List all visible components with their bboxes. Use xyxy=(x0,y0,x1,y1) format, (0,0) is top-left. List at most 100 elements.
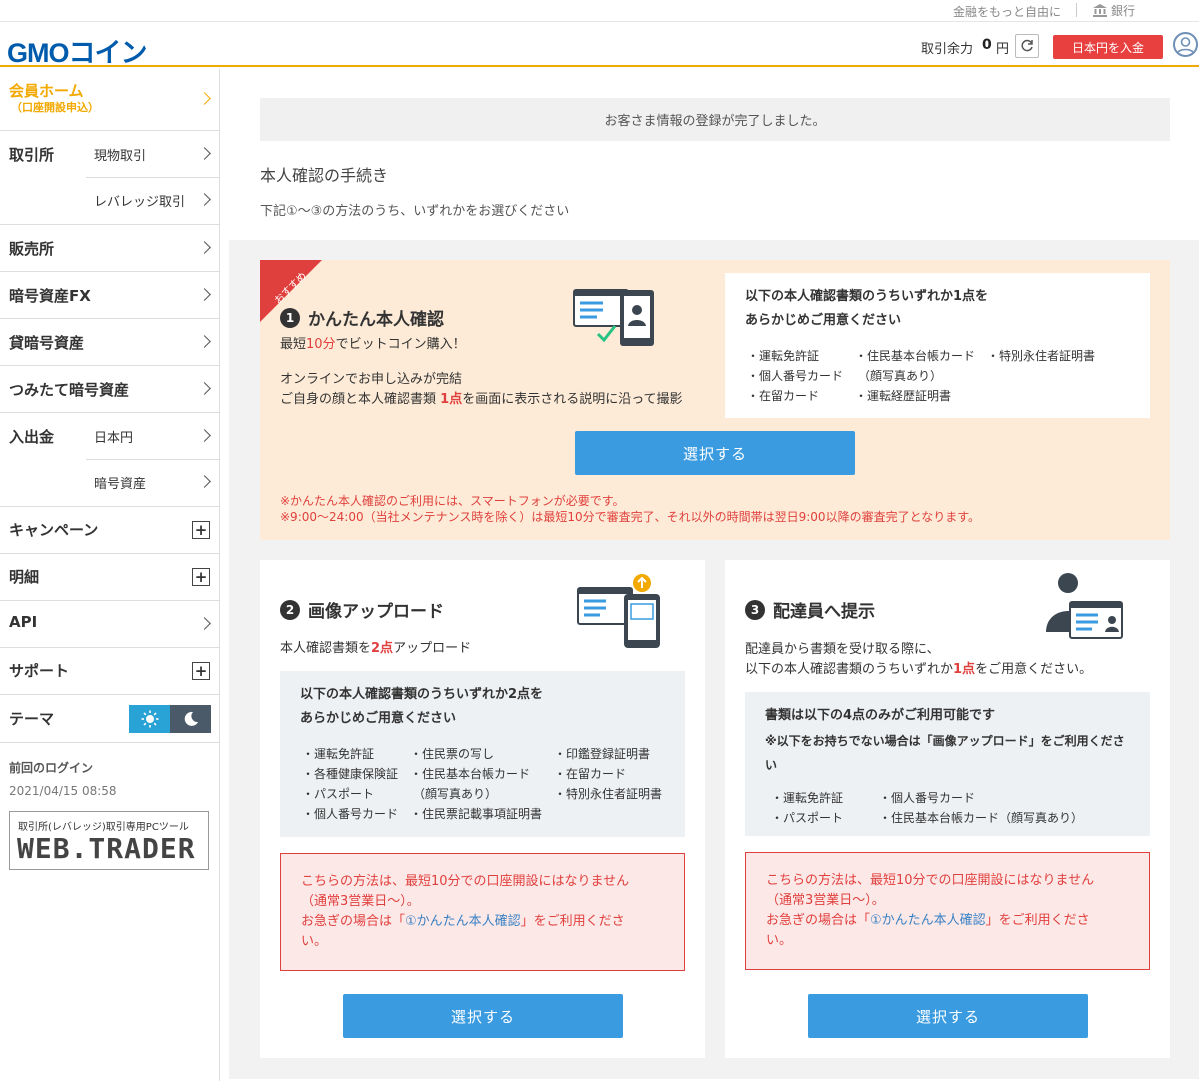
light-theme-button[interactable] xyxy=(129,705,170,733)
chevron-right-icon xyxy=(198,92,211,105)
sidebar-theme-label: テーマ xyxy=(9,710,55,728)
doc-item: ・個人番号カード xyxy=(747,369,844,383)
page-description: 下記①～③の方法のうち、いずれかをお選びください xyxy=(260,204,570,219)
warning-line: お急ぎの場合は「①かんたん本人確認」をご利用くださ xyxy=(301,912,629,932)
last-login-value: 2021/04/15 08:58 xyxy=(9,784,117,798)
step-number: 1 xyxy=(280,307,300,328)
deposit-jpy-button[interactable]: 日本円を入金 xyxy=(1053,35,1163,59)
id-card-upload-icon xyxy=(577,574,660,648)
doc-item: （顔写真あり） xyxy=(413,787,498,801)
expand-plus-icon[interactable]: + xyxy=(192,568,210,586)
quick-verification-link[interactable]: ①かんたん本人確認 xyxy=(405,914,521,929)
header: GMOコイン 取引余力 0 円 日本円を入金 xyxy=(0,23,1199,70)
registration-complete-notice: お客さま情報の登録が完了しました。 xyxy=(260,98,1170,141)
expand-plus-icon[interactable]: + xyxy=(192,521,210,539)
warning-text: こちらの方法は、最短10分での口座開設にはなりません （通常3営業日～）。 お急… xyxy=(766,871,1094,951)
sidebar-item-exchange: 取引所 現物取引 レバレッジ取引 xyxy=(0,131,219,225)
card2-title-text: 画像アップロード xyxy=(308,602,444,622)
card1-note-smartphone: ※かんたん本人確認のご利用には、スマートフォンが必要です。 xyxy=(280,494,625,508)
user-avatar-icon[interactable] xyxy=(1173,32,1198,57)
sidebar-item-deposit: 入出金 日本円 暗号資産 xyxy=(0,413,219,507)
card1-title-text: かんたん本人確認 xyxy=(308,310,444,330)
option-card-quick-verification: おすすめ 1 かんたん本人確認 最短10分でビットコイン購入！ オンラインでお申… xyxy=(260,260,1170,540)
refresh-button[interactable] xyxy=(1015,34,1039,58)
card2-document-list: 以下の本人確認書類のうちいずれか2点を あらかじめご用意ください ・運転免許証 … xyxy=(280,671,685,837)
warning-line: （通常3営業日～）。 xyxy=(301,894,420,909)
card3-title-text: 配達員へ提示 xyxy=(773,602,875,622)
sidebar-item-home[interactable]: 会員ホーム （口座開設申込） xyxy=(0,69,219,131)
text: お急ぎの場合は「 xyxy=(766,913,871,928)
sidebar-item-api[interactable]: API xyxy=(0,601,219,648)
card3-warning-box: こちらの方法は、最短10分での口座開設にはなりません （通常3営業日～）。 お急… xyxy=(745,852,1150,970)
card3-title: 3 配達員へ提示 xyxy=(745,597,875,622)
doc-list-heading: あらかじめご用意ください xyxy=(745,313,902,328)
sidebar-item-lending[interactable]: 貸暗号資産 xyxy=(0,319,219,366)
doc-item: （顔写真あり） xyxy=(858,369,943,383)
option-card-image-upload: 2 画像アップロード 本人確認書類を2点アップロード 以下の本人確認書類のうちい… xyxy=(260,560,705,1058)
sidebar-item-deposit-jpy[interactable]: 日本円 xyxy=(94,427,133,446)
sidebar-home-sub: （口座開設申込） xyxy=(11,101,99,114)
doc-item: ・各種健康保険証 xyxy=(302,767,399,781)
sidebar-fx-label: 暗号資産FX xyxy=(9,287,91,305)
text: お急ぎの場合は「 xyxy=(301,914,406,929)
doc-item: ・住民基本台帳カード xyxy=(855,349,976,363)
card1-online-line: オンラインでお申し込みが完結 xyxy=(280,372,463,387)
sidebar-item-tsumitate[interactable]: つみたて暗号資産 xyxy=(0,366,219,413)
sidebar-home-label: 会員ホーム xyxy=(9,82,84,100)
doc-item: ・住民基本台帳カード xyxy=(410,767,531,781)
chevron-right-icon xyxy=(198,335,211,348)
webtrader-logo: WEB.TRADER xyxy=(17,832,196,865)
warning-line: （通常3営業日～）。 xyxy=(766,893,885,908)
balance-value: 0 xyxy=(982,37,992,53)
expand-plus-icon[interactable]: + xyxy=(192,662,210,680)
sidebar-deposit-label: 入出金 xyxy=(9,428,55,446)
doc-list-heading: 書類は以下の4点のみがご利用可能です xyxy=(765,708,996,723)
sidebar-item-fx[interactable]: 暗号資産FX xyxy=(0,272,219,319)
doc-item: ・特別永住者証明書 xyxy=(987,349,1096,363)
webtrader-banner[interactable]: 取引所(レバレッジ)取引専用PCツール WEB.TRADER xyxy=(9,811,209,870)
card3-line2: 以下の本人確認書類のうちいずれか1点をご用意ください。 xyxy=(745,658,1092,677)
sidebar-item-support[interactable]: サポート + xyxy=(0,648,219,695)
sidebar-item-deposit-crypto[interactable]: 暗号資産 xyxy=(94,473,146,492)
highlight: 10分 xyxy=(306,337,336,352)
text: 本人確認書類を xyxy=(280,641,372,656)
sidebar-item-campaign[interactable]: キャンペーン + xyxy=(0,507,219,554)
sidebar-item-sales[interactable]: 販売所 xyxy=(0,225,219,272)
tagline-link[interactable]: 金融をもっと自由に xyxy=(953,3,1061,20)
select-image-upload-button[interactable]: 選択する xyxy=(343,994,623,1038)
gmo-coin-logo[interactable]: GMOコイン xyxy=(7,31,147,70)
sidebar-item-leverage[interactable]: レバレッジ取引 xyxy=(94,191,185,210)
sidebar-item-spot[interactable]: 現物取引 xyxy=(94,145,146,164)
text: 以下の本人確認書類のうちいずれか xyxy=(745,662,954,677)
bank-link[interactable]: 銀行 xyxy=(1093,2,1135,19)
sidebar-campaign-label: キャンペーン xyxy=(9,521,99,539)
sidebar-support-label: サポート xyxy=(9,662,70,680)
doc-list-heading: 以下の本人確認書類のうちいずれか2点を xyxy=(300,687,544,702)
select-courier-button[interactable]: 選択する xyxy=(808,994,1088,1038)
sidebar-item-statement[interactable]: 明細 + xyxy=(0,554,219,601)
chevron-right-icon xyxy=(198,288,211,301)
doc-list-heading: あらかじめご用意ください xyxy=(300,711,457,726)
doc-item: ・住民票記載事項証明書 xyxy=(410,807,543,821)
bank-icon xyxy=(1093,4,1107,17)
sidebar-exchange-label: 取引所 xyxy=(9,146,55,164)
doc-list-subheading: い xyxy=(765,758,778,772)
select-quick-verification-button[interactable]: 選択する xyxy=(575,431,855,475)
step-number: 2 xyxy=(280,599,300,620)
courier-person-icon xyxy=(1046,573,1123,639)
highlight: 2点 xyxy=(371,641,394,656)
warning-line: お急ぎの場合は「①かんたん本人確認」をご利用くださ xyxy=(766,911,1094,931)
card2-upload-line: 本人確認書類を2点アップロード xyxy=(280,637,471,656)
doc-item: ・運転免許証 xyxy=(771,791,844,805)
sidebar-tsumitate-label: つみたて暗号資産 xyxy=(9,381,130,399)
quick-verification-link[interactable]: ①かんたん本人確認 xyxy=(870,913,986,928)
doc-list: 以下の本人確認書類のうちいずれか2点を あらかじめご用意ください ・運転免許証 … xyxy=(280,671,685,837)
doc-item: ・住民票の写し xyxy=(410,747,495,761)
warning-line: い。 xyxy=(301,934,328,949)
sidebar-statement-label: 明細 xyxy=(9,568,40,586)
theme-toggle[interactable] xyxy=(129,705,211,733)
warning-line: こちらの方法は、最短10分での口座開設にはなりません xyxy=(766,873,1095,888)
balance-label: 取引余力 xyxy=(921,42,974,57)
card3-document-list: 書類は以下の4点のみがご利用可能です ※以下をお持ちでない場合は「画像アップロー… xyxy=(745,692,1150,836)
dark-theme-button[interactable] xyxy=(170,705,211,733)
